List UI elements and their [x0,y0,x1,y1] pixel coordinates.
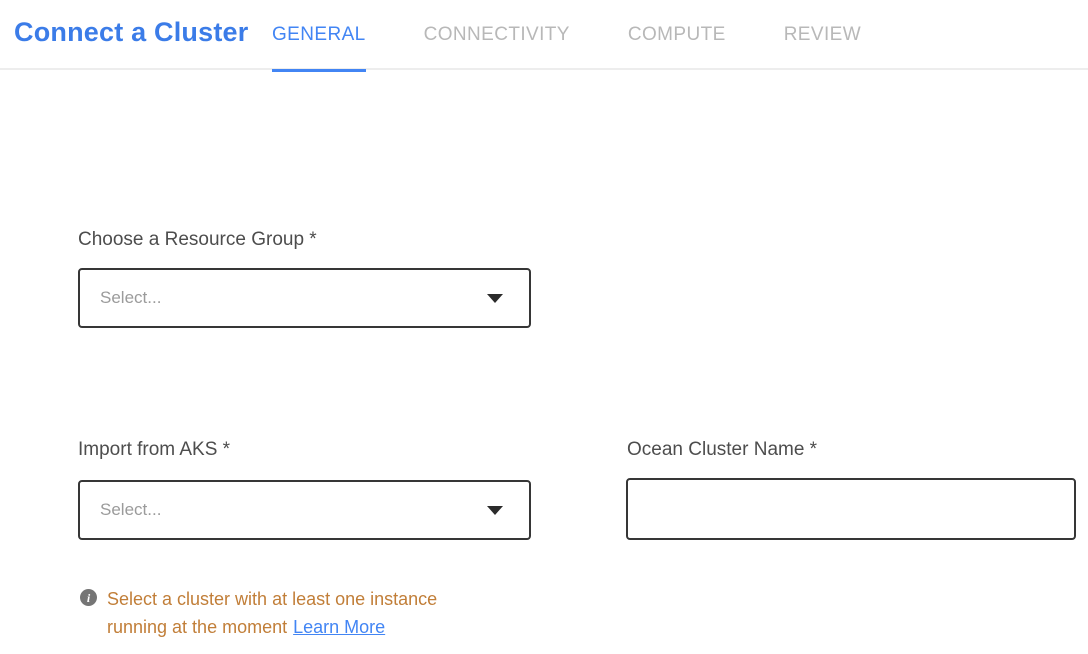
info-note-body: Select a cluster with at least one insta… [107,585,475,641]
learn-more-link[interactable]: Learn More [293,617,385,637]
ocean-cluster-name-label: Ocean Cluster Name * [627,439,817,461]
cluster-info-note: i Select a cluster with at least one ins… [80,585,475,641]
tab-compute[interactable]: COMPUTE [628,0,726,70]
connect-cluster-wizard: Connect a Cluster GENERAL CONNECTIVITY C… [0,0,1088,654]
tab-review-label: REVIEW [784,24,861,46]
info-note-text: Select a cluster with at least one insta… [107,589,437,637]
active-tab-underline [272,69,366,72]
wizard-tab-bar: GENERAL CONNECTIVITY COMPUTE REVIEW [272,0,861,70]
caret-down-icon [487,294,503,303]
import-aks-select-placeholder: Select... [100,500,161,520]
wizard-header: Connect a Cluster GENERAL CONNECTIVITY C… [0,0,1088,70]
resource-group-select[interactable]: Select... [78,268,531,328]
caret-down-icon [487,506,503,515]
tab-general[interactable]: GENERAL [272,0,366,70]
tab-review[interactable]: REVIEW [784,0,861,70]
resource-group-label: Choose a Resource Group * [78,229,317,251]
page-title: Connect a Cluster [14,17,248,48]
info-icon: i [80,589,97,606]
tab-connectivity-label: CONNECTIVITY [424,24,570,46]
tab-general-label: GENERAL [272,24,366,46]
tab-compute-label: COMPUTE [628,24,726,46]
tab-connectivity[interactable]: CONNECTIVITY [424,0,570,70]
import-aks-select[interactable]: Select... [78,480,531,540]
resource-group-select-placeholder: Select... [100,288,161,308]
import-aks-label: Import from AKS * [78,439,230,461]
ocean-cluster-name-input[interactable] [626,478,1076,540]
